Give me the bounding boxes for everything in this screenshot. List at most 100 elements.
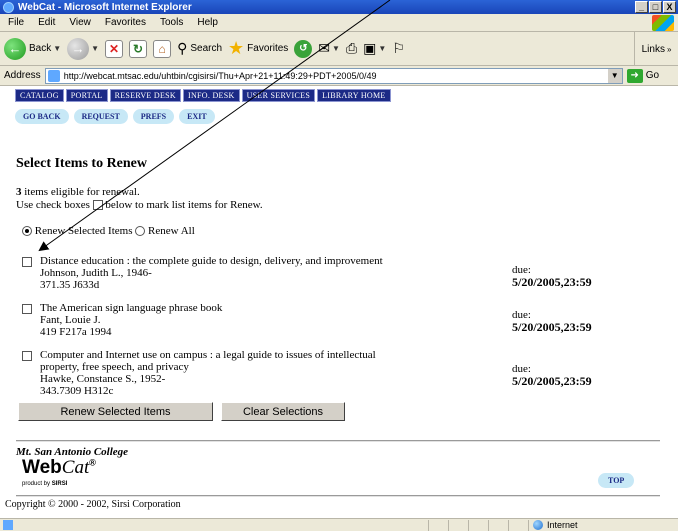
item-call-number: 419 F217a 1994 — [40, 326, 112, 338]
address-bar: Address http://webcat.mtsac.edu/uhtbin/c… — [0, 66, 678, 86]
item-title: Computer and Internet use on campus : a … — [40, 349, 376, 361]
zone-label: Internet — [547, 520, 578, 530]
nav-catalog[interactable]: CATALOG — [15, 89, 64, 102]
window-title: WebCat - Microsoft Internet Explorer — [18, 1, 192, 13]
back-label: Back — [29, 43, 52, 54]
chevron-down-icon: ▼ — [53, 44, 62, 53]
favorites-label: Favorites — [247, 43, 289, 54]
minimize-button[interactable]: _ — [635, 1, 648, 13]
due-date: 5/20/2005,23:59 — [512, 275, 592, 289]
close-button[interactable]: X — [663, 1, 676, 13]
stop-button[interactable]: ✕ — [105, 39, 124, 58]
nav-portal[interactable]: PORTAL — [65, 89, 108, 102]
top-button[interactable]: TOP — [598, 473, 635, 488]
toolbar: ← Back ▼ → ▼ ✕ ↻ ⌂ ⚲ Search ★ Favorites … — [0, 32, 678, 66]
go-back-button[interactable]: GO BACK — [15, 109, 69, 124]
exit-button[interactable]: EXIT — [179, 109, 215, 124]
sirsi-logo: SIRSI — [51, 481, 68, 487]
page-title: Select Items to Renew — [16, 156, 148, 171]
nav-user-services[interactable]: USER SERVICES — [241, 89, 316, 102]
history-button[interactable]: ↺ — [294, 39, 313, 58]
search-icon: ⚲ — [177, 40, 188, 56]
menu-help[interactable]: Help — [197, 17, 218, 28]
item-call-number: 371.35 J633d — [40, 279, 100, 291]
webcat-logo-bold: Web — [22, 457, 62, 478]
messenger-icon: ⚐ — [392, 40, 405, 56]
status-cell — [488, 519, 508, 531]
history-icon: ↺ — [294, 39, 313, 58]
divider — [16, 495, 660, 497]
chevron-right-icon: » — [666, 44, 672, 54]
menu-favorites[interactable]: Favorites — [105, 17, 146, 28]
print-button[interactable]: ⎙ — [346, 40, 357, 57]
webcat-logo-reg: ® — [89, 457, 96, 468]
page-icon — [47, 69, 60, 82]
main-nav: CATALOG PORTAL RESERVE DESK INFO. DESK U… — [15, 89, 391, 102]
address-input[interactable]: http://webcat.mtsac.edu/uhtbin/cgisirsi/… — [44, 67, 623, 84]
status-cell — [468, 519, 488, 531]
status-cell — [428, 519, 448, 531]
renew-all-radio[interactable] — [135, 226, 146, 237]
page-content: CATALOG PORTAL RESERVE DESK INFO. DESK U… — [0, 86, 678, 518]
document-icon: ▣ — [363, 40, 377, 56]
address-dropdown-button[interactable]: ▼ — [607, 68, 622, 83]
ie-icon — [3, 1, 14, 13]
links-label: Links — [641, 43, 665, 55]
renew-selected-radio[interactable] — [22, 226, 32, 237]
search-button[interactable]: ⚲ Search — [177, 40, 222, 57]
chevron-down-icon: ▼ — [91, 44, 100, 53]
go-arrow-icon: ➜ — [626, 68, 643, 83]
refresh-button[interactable]: ↻ — [129, 39, 148, 58]
menu-view[interactable]: View — [69, 17, 91, 28]
sub-nav: GO BACK REQUEST PREFS EXIT — [15, 109, 215, 124]
menu-edit[interactable]: Edit — [38, 17, 55, 28]
item-title-continued: property, free speech, and privacy — [40, 361, 189, 373]
due-date: 5/20/2005,23:59 — [512, 320, 592, 334]
webcat-logo: WebCat® — [22, 457, 96, 479]
eligible-text: items eligible for renewal. — [24, 186, 140, 198]
mail-button[interactable]: ✉ ▼ — [318, 40, 340, 57]
renew-selected-button[interactable]: Renew Selected Items — [18, 402, 213, 421]
nav-info-desk[interactable]: INFO. DESK — [183, 89, 240, 102]
messenger-button[interactable]: ⚐ — [392, 40, 405, 57]
due-date: 5/20/2005,23:59 — [512, 374, 592, 388]
back-arrow-icon: ← — [4, 37, 26, 60]
chevron-down-icon: ▼ — [332, 44, 340, 53]
back-button[interactable]: ← Back ▼ — [4, 37, 62, 60]
printer-icon: ⎙ — [345, 40, 358, 56]
webcat-logo-italic: Cat — [61, 457, 90, 478]
globe-icon — [533, 520, 543, 530]
page-status-icon — [3, 520, 13, 530]
nav-library-home[interactable]: LIBRARY HOME — [317, 89, 391, 102]
chevron-down-icon: ▼ — [378, 44, 387, 53]
forward-button[interactable]: → ▼ — [67, 37, 100, 60]
prefs-button[interactable]: PREFS — [132, 109, 175, 124]
clear-selections-button[interactable]: Clear Selections — [221, 402, 345, 421]
item-checkbox[interactable] — [22, 304, 32, 314]
eligible-line: 3 items eligible for renewal. — [16, 186, 140, 198]
request-button[interactable]: REQUEST — [73, 109, 128, 124]
item-call-number: 343.7309 H312c — [40, 385, 114, 397]
item-checkbox[interactable] — [22, 351, 32, 361]
favorites-button[interactable]: ★ Favorites — [228, 38, 288, 59]
status-cell — [508, 519, 528, 531]
go-button[interactable]: ➜ Go — [626, 68, 659, 83]
links-button[interactable]: Links » — [634, 32, 678, 66]
refresh-icon: ↻ — [129, 39, 148, 58]
copyright: Copyright © 2000 - 2002, Sirsi Corporati… — [5, 499, 181, 510]
home-icon: ⌂ — [153, 39, 172, 58]
item-checkbox[interactable] — [22, 257, 32, 267]
address-url: http://webcat.mtsac.edu/uhtbin/cgisirsi/… — [63, 70, 377, 81]
menu-file[interactable]: File — [8, 17, 24, 28]
edit-button[interactable]: ▣ ▼ — [363, 40, 386, 57]
home-button[interactable]: ⌂ — [153, 39, 172, 58]
star-icon: ★ — [228, 38, 245, 58]
checkbox-hint: Use check boxes below to mark list items… — [16, 199, 263, 211]
sample-checkbox-icon — [92, 200, 103, 211]
maximize-button[interactable]: □ — [649, 1, 662, 13]
renew-mode-group: Renew Selected Items Renew All — [22, 225, 195, 237]
product-by-text: product by — [22, 481, 51, 487]
menu-tools[interactable]: Tools — [160, 17, 183, 28]
renew-all-label: Renew All — [148, 225, 195, 237]
nav-reserve-desk[interactable]: RESERVE DESK — [109, 89, 182, 102]
